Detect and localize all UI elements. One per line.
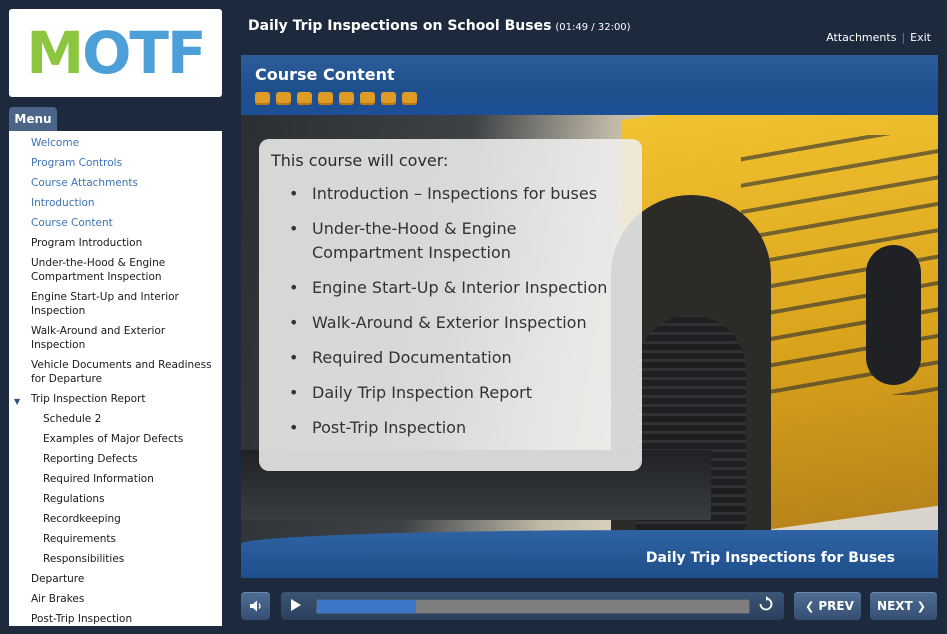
progress-dot[interactable] <box>360 92 375 105</box>
menu-item[interactable]: Air Brakes <box>9 589 222 609</box>
slide-title: Course Content <box>255 65 395 84</box>
content-intro: This course will cover: <box>271 151 449 170</box>
progress-dot[interactable] <box>339 92 354 105</box>
menu-item[interactable]: Departure <box>9 569 222 589</box>
topic-item: Engine Start-Up & Interior Inspection <box>289 276 630 300</box>
menu-item-label: Regulations <box>43 493 105 505</box>
course-title-text: Daily Trip Inspections on School Buses <box>248 18 552 34</box>
replay-icon <box>759 596 773 611</box>
player-bar <box>281 592 784 620</box>
progress-dot[interactable] <box>381 92 396 105</box>
play-button[interactable] <box>290 598 302 616</box>
menu-item[interactable]: Program Introduction <box>9 233 222 253</box>
speaker-icon <box>249 600 261 612</box>
topic-item: Daily Trip Inspection Report <box>289 381 630 405</box>
next-label: NEXT <box>877 599 913 613</box>
menu-item[interactable]: Course Attachments <box>9 173 222 193</box>
play-icon <box>291 599 301 611</box>
menu-item-label: Walk-Around and Exterior Inspection <box>31 325 166 351</box>
menu-item-label: Introduction <box>31 197 95 209</box>
menu-item[interactable]: Introduction <box>9 193 222 213</box>
menu-item[interactable]: Welcome <box>9 133 222 153</box>
exit-link[interactable]: Exit <box>910 31 931 44</box>
menu-item[interactable]: Required Information <box>9 469 222 489</box>
course-title: Daily Trip Inspections on School Buses (0… <box>248 18 631 34</box>
slide-footer: Daily Trip Inspections for Buses <box>241 530 938 578</box>
progress-dot[interactable] <box>255 92 270 105</box>
topic-item: Under-the-Hood & Engine Compartment Insp… <box>289 217 630 265</box>
next-button[interactable]: NEXT ❯ <box>870 592 937 620</box>
menu-item-label: Requirements <box>43 533 116 545</box>
menu-item[interactable]: Examples of Major Defects <box>9 429 222 449</box>
content-card: This course will cover: Introduction – I… <box>259 139 642 471</box>
logo: M OTF <box>9 9 222 97</box>
seek-bar-fill <box>317 600 417 613</box>
menu-item-label: Program Introduction <box>31 237 143 249</box>
menu-item-label: Departure <box>31 573 85 585</box>
slide-footer-title: Daily Trip Inspections for Buses <box>645 550 895 566</box>
slide: Course Content This course will cover: I… <box>241 55 938 578</box>
logo-wordmark: M OTF <box>26 19 206 87</box>
menu-item[interactable]: Regulations <box>9 489 222 509</box>
menu-item[interactable]: Program Controls <box>9 153 222 173</box>
prev-label: PREV <box>818 599 854 613</box>
chevron-left-icon: ❮ <box>805 599 815 613</box>
menu-list: Welcome Program Controls Course Attachment… <box>9 131 222 626</box>
menu-item-label: Course Attachments <box>31 177 139 189</box>
menu-item-label: Required Information <box>43 473 154 485</box>
topic-item: Introduction – Inspections for buses <box>289 182 630 206</box>
chevron-right-icon: ❯ <box>916 599 926 613</box>
top-links: Attachments | Exit <box>826 31 931 44</box>
topic-item: Required Documentation <box>289 346 630 370</box>
menu-item[interactable]: Under-the-Hood & Engine Compartment Insp… <box>9 253 222 287</box>
menu-item[interactable]: Engine Start-Up and Interior Inspection <box>9 287 222 321</box>
prev-button[interactable]: ❮ PREV <box>794 592 861 620</box>
menu-item-label: Program Controls <box>31 157 123 169</box>
topic-item: Walk-Around & Exterior Inspection <box>289 311 630 335</box>
menu-item-label: Examples of Major Defects <box>43 433 184 445</box>
menu-item-label: Engine Start-Up and Interior Inspection <box>31 291 179 317</box>
topic-list: Introduction – Inspections for buses Unde… <box>271 182 630 440</box>
menu-item[interactable]: Course Content <box>9 213 222 233</box>
menu-item-label: Trip Inspection Report <box>31 393 146 405</box>
slide-header: Course Content <box>241 55 938 115</box>
menu-item[interactable]: Recordkeeping <box>9 509 222 529</box>
replay-button[interactable] <box>758 596 774 616</box>
logo-m: M <box>26 19 84 87</box>
menu-item-label: Reporting Defects <box>43 453 138 465</box>
menu-item-label: Welcome <box>31 137 80 149</box>
progress-dot[interactable] <box>276 92 291 105</box>
menu-item-label: Air Brakes <box>31 593 85 605</box>
progress-dot[interactable] <box>318 92 333 105</box>
menu-tab[interactable]: Menu <box>9 107 57 131</box>
progress-dot[interactable] <box>402 92 417 105</box>
menu-item[interactable]: Responsibilities <box>9 549 222 569</box>
rear-tire-shape <box>866 245 921 385</box>
menu-item[interactable]: Post-Trip Inspection <box>9 609 222 626</box>
menu-item[interactable]: Vehicle Documents and Readiness for Depa… <box>9 355 222 389</box>
logo-otf: OTF <box>82 19 206 87</box>
menu-item-label: Course Content <box>31 217 113 229</box>
link-separator: | <box>901 31 906 44</box>
menu-item-label: Post-Trip Inspection <box>31 613 133 625</box>
menu-item[interactable]: Schedule 2 <box>9 409 222 429</box>
menu-item[interactable]: Walk-Around and Exterior Inspection <box>9 321 222 355</box>
menu-item-label: Schedule 2 <box>43 413 102 425</box>
menu-panel: Welcome Program Controls Course Attachment… <box>9 131 222 626</box>
menu-item-label: Responsibilities <box>43 553 125 565</box>
course-time: (01:49 / 32:00) <box>555 22 631 33</box>
menu-item-label: Under-the-Hood & Engine Compartment Insp… <box>31 257 166 283</box>
menu-item-label: Recordkeeping <box>43 513 121 525</box>
topic-item: Post-Trip Inspection <box>289 416 630 440</box>
menu-item-label: Vehicle Documents and Readiness for Depa… <box>31 359 212 385</box>
mute-button[interactable] <box>241 592 270 620</box>
caret-down-icon[interactable]: ▼ <box>14 395 20 409</box>
seek-bar[interactable] <box>316 599 750 614</box>
progress-dot[interactable] <box>297 92 312 105</box>
menu-item[interactable]: Reporting Defects <box>9 449 222 469</box>
menu-item[interactable]: ▼ Trip Inspection Report <box>9 389 222 409</box>
menu-item[interactable]: Requirements <box>9 529 222 549</box>
attachments-link[interactable]: Attachments <box>826 31 896 44</box>
slide-progress-dots <box>255 92 417 105</box>
